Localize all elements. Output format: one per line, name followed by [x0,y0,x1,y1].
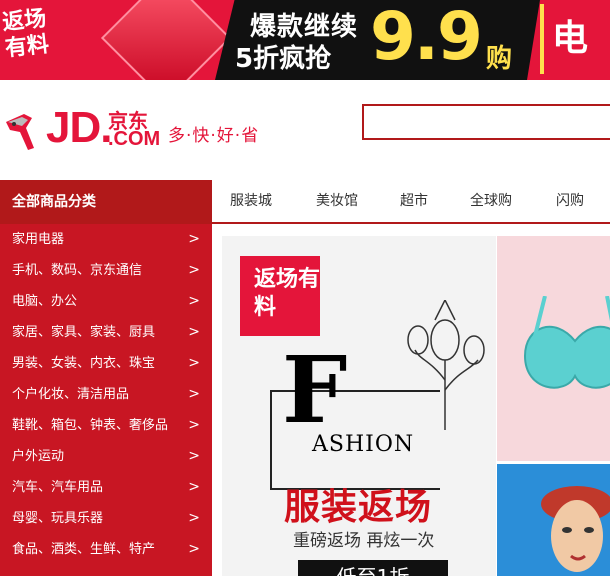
main-banner-title: 服装返场 [284,487,433,528]
category-item[interactable]: 电脑、办公 > [0,286,212,317]
search-input[interactable] [362,104,610,140]
nav-item-supermarket[interactable]: 超市 [400,180,428,222]
chevron-right-icon: > [188,541,200,557]
main-banner-badge: 返场有料 [240,256,320,336]
chevron-right-icon: > [188,510,200,526]
chevron-right-icon: > [188,293,200,309]
chevron-right-icon: > [188,231,200,247]
banner-right-tag: 电脑 [540,4,610,74]
top-promo-banner[interactable]: 返场有料 爆款继续 5折疯抢 9.9 购 电脑 [0,0,610,80]
chevron-right-icon: > [188,417,200,433]
category-item[interactable]: 母婴、玩具乐器 > [0,503,212,534]
category-label: 手机、数码、京东通信 [12,263,143,278]
category-item[interactable]: 食品、酒类、生鲜、特产 > [0,534,212,565]
chevron-right-icon: > [188,479,200,495]
main-banner-cta-button[interactable]: 低至1折 [298,560,448,576]
slogan: 多·快·好·省 [168,126,260,146]
main-nav: 服装城 美妆馆 超市 全球购 闪购 [212,180,610,224]
bra-product-icon [523,296,610,389]
logo-text[interactable]: JD. [46,103,112,153]
category-item[interactable]: 汽车、汽车用品 > [0,472,212,503]
category-label: 男装、女装、内衣、珠宝 [12,356,156,371]
jd-dog-logo-icon[interactable] [2,108,42,154]
category-label: 家居、家具、家装、厨具 [12,325,156,340]
flower-illustration-icon [407,300,485,430]
category-item[interactable]: 户外运动 > [0,441,212,472]
chevron-right-icon: > [188,262,200,278]
chevron-right-icon: > [188,324,200,340]
category-label: 家用电器 [12,232,65,247]
category-label: 汽车、汽车用品 [12,480,104,495]
jd-homepage: 返场有料 爆款继续 5折疯抢 9.9 购 电脑 JD. 京东 .COM 多·快·… [0,0,610,576]
side-promo-bottom[interactable] [497,464,610,576]
nav-item-clothing-city[interactable]: 服装城 [230,180,272,222]
logo-com[interactable]: .COM [108,128,160,151]
fashion-big-letter: F [282,336,348,444]
chevron-right-icon: > [188,448,200,464]
category-item[interactable]: 手机、数码、京东通信 > [0,255,212,286]
nav-item-global[interactable]: 全球购 [470,180,512,222]
banner-gem-graphic [100,0,232,80]
model-portrait-icon [541,486,610,572]
category-item[interactable]: 家用电器 > [0,224,212,255]
category-item[interactable]: 男装、女装、内衣、珠宝 > [0,348,212,379]
banner-price-unit: 购 [486,44,513,74]
category-label: 食品、酒类、生鲜、特产 [12,542,156,557]
category-header[interactable]: 全部商品分类 [0,180,212,224]
side-promo-top[interactable] [497,236,610,461]
chevron-right-icon: > [188,355,200,371]
category-label: 母婴、玩具乐器 [12,511,104,526]
category-label: 鞋靴、箱包、钟表、奢侈品 [12,418,169,433]
category-label: 个户化妆、清洁用品 [12,387,130,402]
fashion-word: ASHION [312,432,415,457]
category-item[interactable]: 个户化妆、清洁用品 > [0,379,212,410]
banner-price: 9.9 [370,0,483,75]
nav-item-flash-sale[interactable]: 闪购 [556,180,584,222]
banner-badge: 返场有料 [1,6,51,62]
category-label: 电脑、办公 [12,294,78,309]
category-item[interactable]: 鞋靴、箱包、钟表、奢侈品 > [0,410,212,441]
category-item[interactable]: 家居、家具、家装、厨具 > [0,317,212,348]
category-label: 户外运动 [12,449,65,464]
main-banner-subtitle: 重磅返场 再炫一次 [293,531,435,551]
category-list: 家用电器 > 手机、数码、京东通信 > 电脑、办公 > 家居、家具、家装、厨具 > 男装… [0,224,212,576]
nav-item-beauty[interactable]: 美妆馆 [316,180,358,222]
chevron-right-icon: > [188,386,200,402]
banner-line2: 5折疯抢 [235,44,332,74]
